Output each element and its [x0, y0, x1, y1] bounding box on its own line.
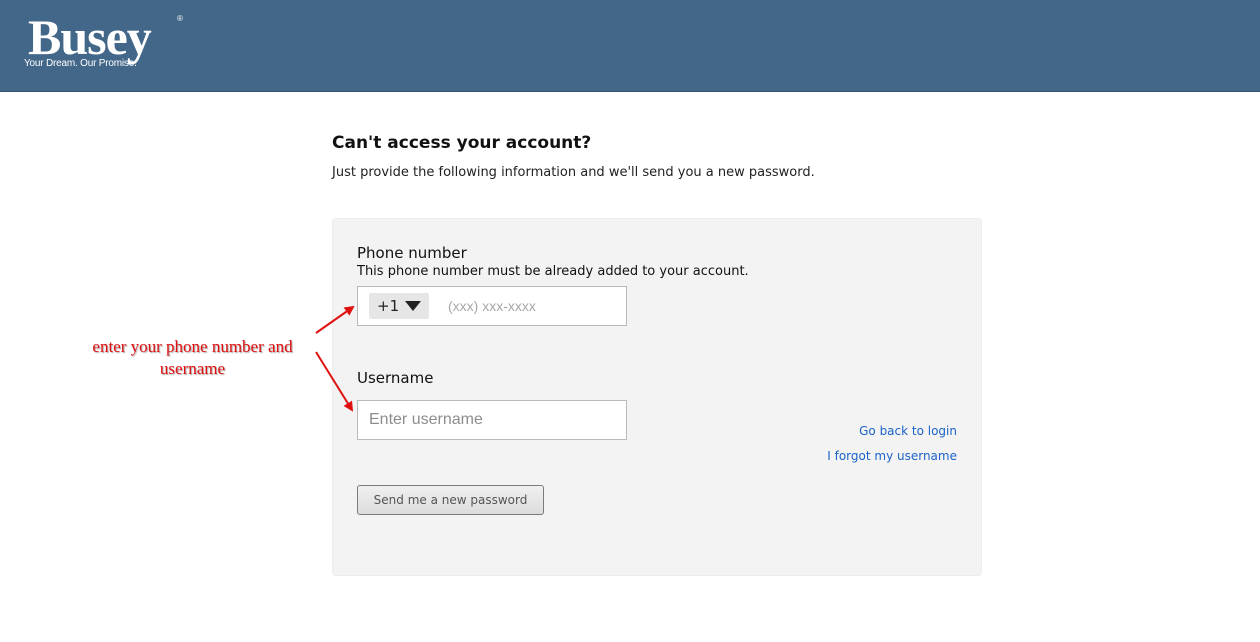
- logo-wordmark: Busey: [28, 9, 152, 65]
- username-input[interactable]: [357, 400, 627, 440]
- logo-registered-mark: ®: [177, 14, 183, 23]
- phone-number-label: Phone number: [357, 244, 467, 262]
- phone-number-help-text: This phone number must be already added …: [357, 264, 749, 279]
- country-code-select[interactable]: +1: [369, 293, 429, 319]
- country-code-value: +1: [377, 297, 400, 315]
- username-label: Username: [357, 369, 434, 387]
- page-subtitle: Just provide the following information a…: [332, 165, 815, 180]
- site-header: Busey ® Your Dream. Our Promise.: [0, 0, 1260, 92]
- send-new-password-button[interactable]: Send me a new password: [357, 485, 544, 515]
- logo-tagline: Your Dream. Our Promise.: [24, 58, 137, 69]
- page-title: Can't access your account?: [332, 133, 592, 153]
- annotation-text: enter your phone number and username: [92, 337, 293, 378]
- phone-number-input[interactable]: [438, 293, 618, 319]
- forgot-username-link[interactable]: I forgot my username: [827, 449, 957, 463]
- busey-logo[interactable]: Busey ® Your Dream. Our Promise.: [20, 12, 190, 74]
- caret-down-icon: [405, 301, 421, 311]
- phone-number-field: +1: [357, 286, 627, 326]
- go-back-to-login-link[interactable]: Go back to login: [859, 424, 957, 438]
